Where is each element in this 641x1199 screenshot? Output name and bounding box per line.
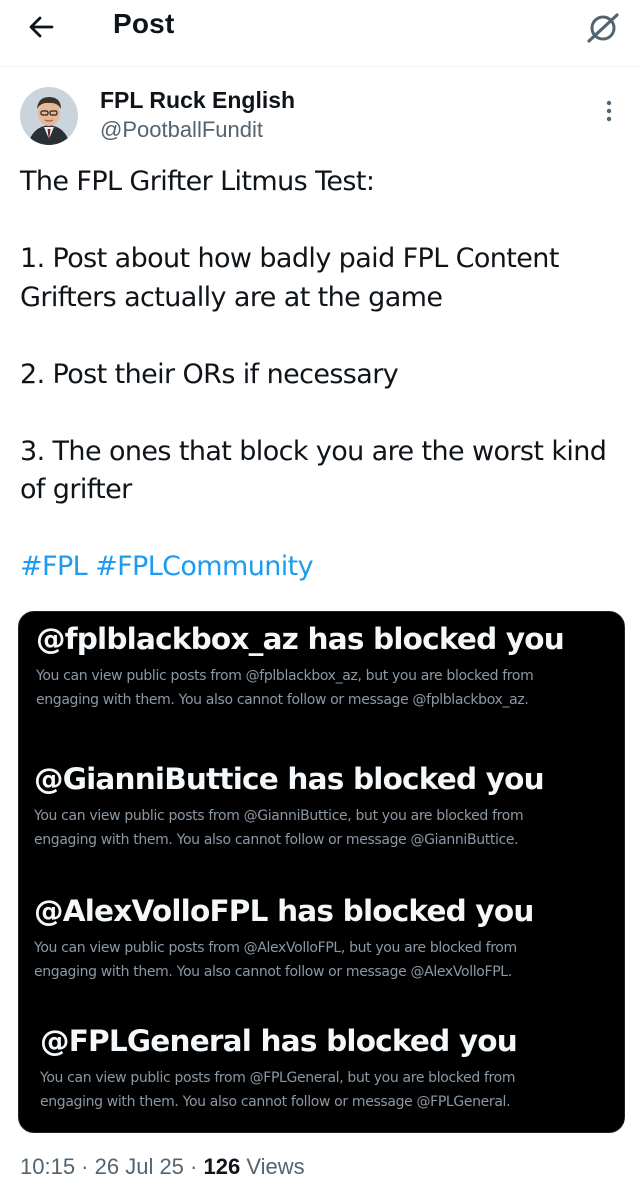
blocked-notice: @FPLGeneral has blocked you You can view… — [40, 1024, 518, 1114]
post-image[interactable]: @fplblackbox_az has blocked you You can … — [18, 611, 625, 1133]
top-bar: Post — [0, 0, 641, 67]
blocked-description: You can view public posts from @GianniBu… — [34, 804, 544, 852]
blocked-line: engaging with them. You also cannot foll… — [34, 964, 512, 980]
separator: · — [183, 1154, 204, 1179]
blocked-description: You can view public posts from @FPLGener… — [40, 1066, 517, 1114]
post-line: The FPL Grifter Litmus Test: — [20, 166, 375, 197]
views-count: 126 — [203, 1154, 241, 1179]
post-line: 1. Post about how badly paid FPL Content… — [20, 243, 559, 313]
blocked-notice: @AlexVolloFPL has blocked you You can vi… — [34, 894, 534, 984]
post-text: The FPL Grifter Litmus Test: 1. Post abo… — [20, 163, 625, 587]
separator: · — [75, 1154, 95, 1179]
post-line: 3. The ones that block you are the worst… — [20, 435, 607, 506]
blocked-description: You can view public posts from @AlexVoll… — [34, 936, 534, 984]
blocked-line: You can view public posts from @GianniBu… — [34, 808, 524, 824]
blocked-line: You can view public posts from @FPLGener… — [40, 1070, 516, 1086]
post-time[interactable]: 10:15 — [20, 1154, 75, 1179]
author-handle[interactable]: @PootballFundit — [100, 117, 263, 143]
back-button[interactable] — [22, 10, 66, 44]
blocked-description: You can view public posts from @fplblack… — [36, 664, 564, 712]
blocked-heading: @fplblackbox_az has blocked you — [36, 622, 565, 656]
blocked-notice: @fplblackbox_az has blocked you You can … — [36, 622, 565, 712]
more-vertical-icon — [606, 100, 612, 122]
blocked-notice: @GianniButtice has blocked you You can v… — [34, 762, 545, 852]
blocked-heading: @FPLGeneral has blocked you — [40, 1024, 518, 1058]
blocked-heading: @AlexVolloFPL has blocked you — [34, 894, 534, 928]
more-options-button[interactable] — [594, 96, 624, 128]
blocked-line: engaging with them. You also cannot foll… — [40, 1094, 511, 1110]
post-date[interactable]: 26 Jul 25 — [95, 1154, 184, 1179]
hashtag-link[interactable]: #FPLCommunity — [95, 551, 314, 582]
grok-button[interactable] — [580, 8, 626, 48]
post-meta: 10:15 · 26 Jul 25 · 126 Views — [20, 1154, 305, 1180]
hashtag-link[interactable]: #FPL — [20, 551, 88, 582]
grok-icon — [587, 13, 619, 43]
views-label: Views — [246, 1154, 305, 1179]
blocked-line: You can view public posts from @fplblack… — [36, 668, 534, 684]
blocked-line: engaging with them. You also cannot foll… — [34, 832, 519, 848]
blocked-line: engaging with them. You also cannot foll… — [36, 692, 529, 708]
hashtags: #FPL #FPLCommunity — [20, 548, 625, 587]
author-name[interactable]: FPL Ruck English — [100, 87, 295, 114]
blocked-heading: @GianniButtice has blocked you — [34, 762, 545, 796]
page-title: Post — [113, 8, 175, 39]
back-arrow-icon — [29, 16, 54, 38]
avatar-image — [20, 87, 78, 145]
blocked-line: You can view public posts from @AlexVoll… — [34, 940, 517, 956]
post-line: 2. Post their ORs if necessary — [20, 358, 399, 390]
avatar[interactable] — [20, 87, 78, 145]
